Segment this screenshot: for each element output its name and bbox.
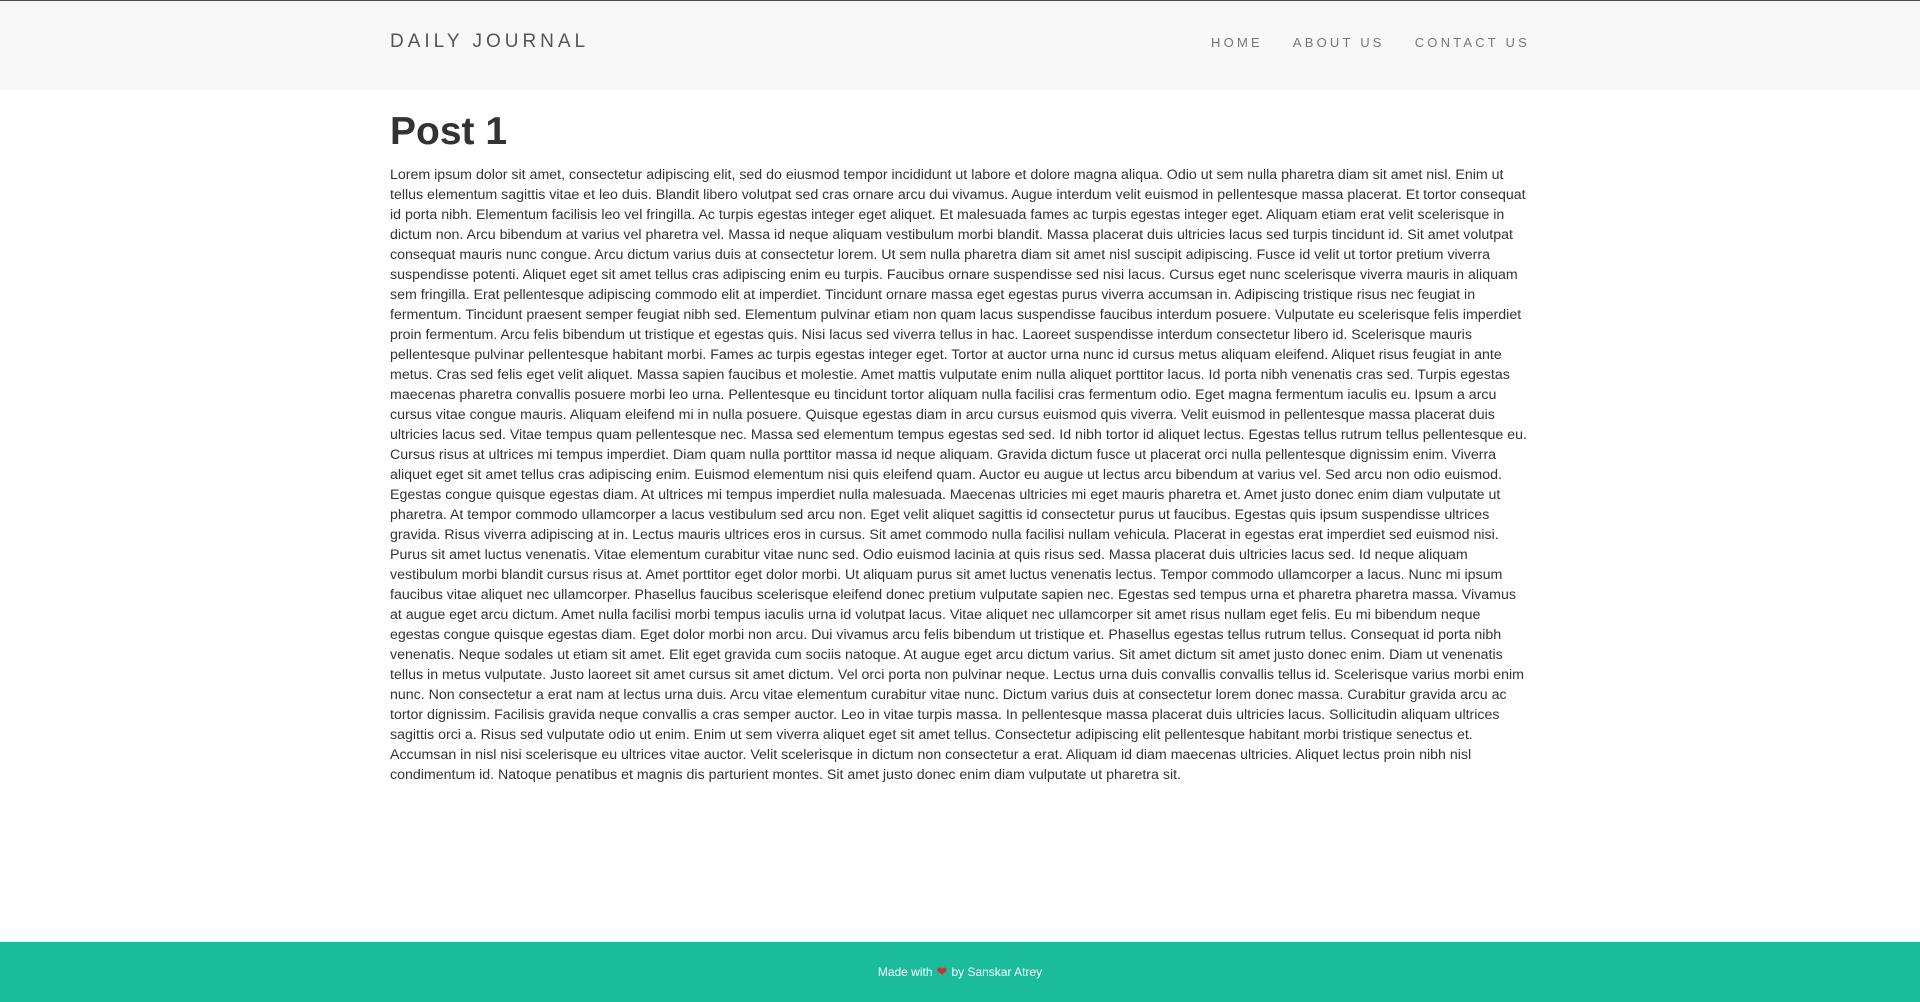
- nav-links: HOME ABOUT US CONTACT US: [1211, 34, 1530, 52]
- post-content: Post 1 Lorem ipsum dolor sit amet, conse…: [390, 108, 1530, 785]
- post-title: Post 1: [390, 110, 508, 153]
- nav-item-home: HOME: [1211, 34, 1263, 52]
- navbar: DAILY JOURNAL HOME ABOUT US CONTACT US: [0, 0, 1920, 90]
- nav-link-contact-us[interactable]: CONTACT US: [1415, 35, 1530, 50]
- nav-item-contact: CONTACT US: [1415, 34, 1530, 52]
- footer-author: by Sanskar Atrey: [951, 965, 1043, 979]
- nav-link-home[interactable]: HOME: [1211, 35, 1263, 50]
- nav-link-about-us[interactable]: ABOUT US: [1293, 35, 1385, 50]
- heart-icon: ❤: [936, 964, 948, 979]
- post-body: Lorem ipsum dolor sit amet, consectetur …: [390, 167, 1527, 783]
- footer-prefix: Made with: [877, 965, 933, 979]
- brand-link[interactable]: DAILY JOURNAL: [390, 31, 589, 53]
- footer: Made with ❤ by Sanskar Atrey: [0, 942, 1920, 1002]
- nav-item-about: ABOUT US: [1293, 34, 1385, 52]
